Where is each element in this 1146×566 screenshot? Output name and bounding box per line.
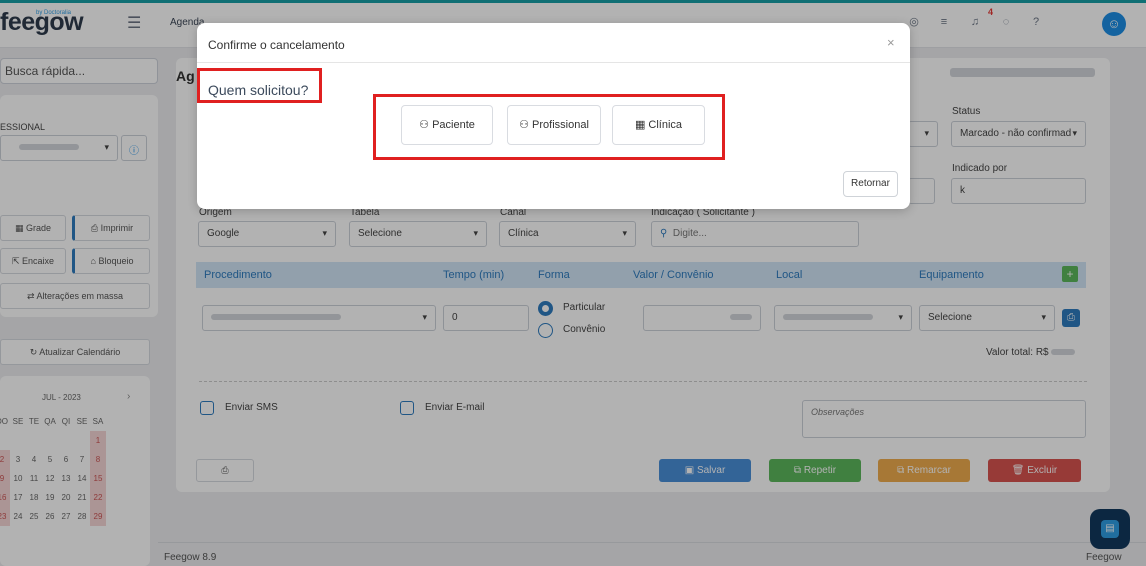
retornar-button[interactable]: Retornar	[843, 171, 898, 197]
close-icon[interactable]: ×	[887, 35, 895, 50]
modal-divider	[197, 62, 910, 63]
cancel-confirm-modal: Confirme o cancelamento × Quem solicitou…	[197, 23, 910, 209]
highlight-box-options	[373, 94, 725, 160]
modal-title: Confirme o cancelamento	[208, 38, 345, 52]
highlight-box-question	[197, 68, 322, 103]
